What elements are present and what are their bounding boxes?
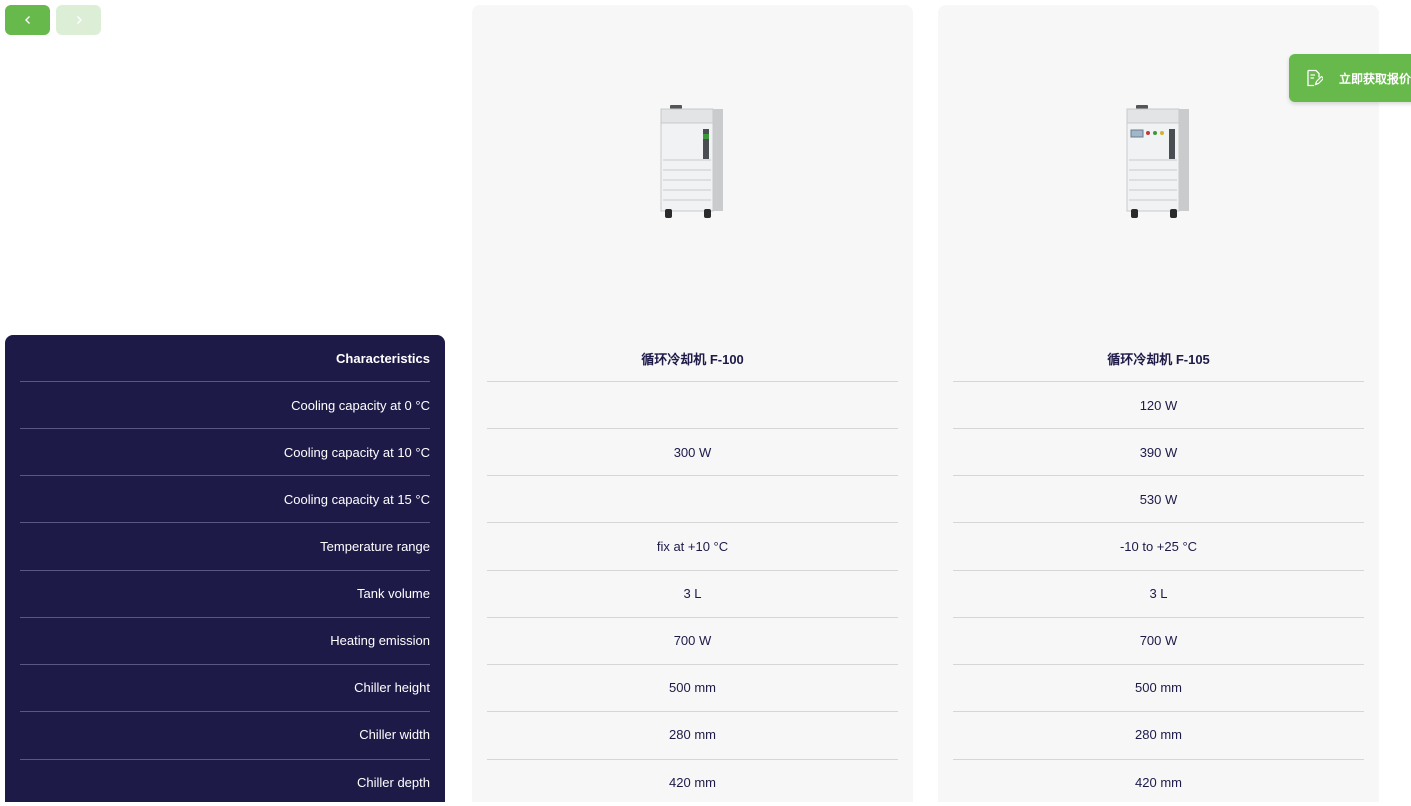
spec-value: 3 L xyxy=(683,586,702,602)
spec-label: Temperature range xyxy=(320,539,430,555)
edit-document-icon xyxy=(1307,69,1323,87)
get-quote-label: 立即获取报价 xyxy=(1339,71,1411,86)
product-name: 循环冷却机 F-100 xyxy=(641,352,744,368)
characteristics-panel: Characteristics Cooling capacity at 0 °C… xyxy=(5,335,445,802)
spec-label: Cooling capacity at 15 °C xyxy=(283,492,430,508)
product-card-f105: 循环冷却机 F-105 120 W 390 W 530 W -10 to +25… xyxy=(938,5,1379,802)
spec-value: fix at +10 °C xyxy=(656,539,729,555)
spec-value: 420 mm xyxy=(1135,775,1182,791)
get-quote-button[interactable]: 立即获取报价 xyxy=(1289,54,1411,102)
spec-label: Tank volume xyxy=(357,586,430,602)
spec-value xyxy=(487,476,898,523)
spec-value: -10 to +25 °C xyxy=(1119,539,1198,555)
spec-value: 700 W xyxy=(1139,633,1178,649)
spec-value: 700 W xyxy=(673,633,712,649)
spec-value: 500 mm xyxy=(669,680,716,696)
chiller-image xyxy=(1126,105,1189,218)
chiller-image xyxy=(660,105,723,218)
chevron-left-icon xyxy=(24,16,30,24)
spec-value: 420 mm xyxy=(669,775,716,791)
spec-label: Chiller width xyxy=(359,727,430,743)
chevron-right-icon xyxy=(76,16,82,24)
spec-value: 3 L xyxy=(1149,586,1168,602)
spec-label: Heating emission xyxy=(330,633,430,649)
product-card-f100: 循环冷却机 F-100 300 W fix at +10 °C 3 L 700 … xyxy=(472,5,913,802)
spec-value: 500 mm xyxy=(1135,680,1182,696)
spec-label: Cooling capacity at 10 °C xyxy=(283,445,430,461)
next-button[interactable] xyxy=(56,5,101,35)
spec-value xyxy=(487,382,898,429)
product-name: 循环冷却机 F-105 xyxy=(1107,352,1210,368)
spec-label: Chiller depth xyxy=(357,775,430,791)
spec-label: Chiller height xyxy=(354,680,430,696)
spec-value: 280 mm xyxy=(1135,727,1182,743)
spec-value: 280 mm xyxy=(669,727,716,743)
spec-value: 530 W xyxy=(1139,492,1178,508)
spec-value: 120 W xyxy=(1139,398,1178,414)
previous-button[interactable] xyxy=(5,5,50,35)
spec-label: Cooling capacity at 0 °C xyxy=(291,398,430,414)
product-image[interactable] xyxy=(653,105,733,225)
spec-value: 300 W xyxy=(673,445,712,461)
characteristics-header: Characteristics xyxy=(336,351,430,367)
spec-value: 390 W xyxy=(1139,445,1178,461)
product-image[interactable] xyxy=(1119,105,1199,225)
